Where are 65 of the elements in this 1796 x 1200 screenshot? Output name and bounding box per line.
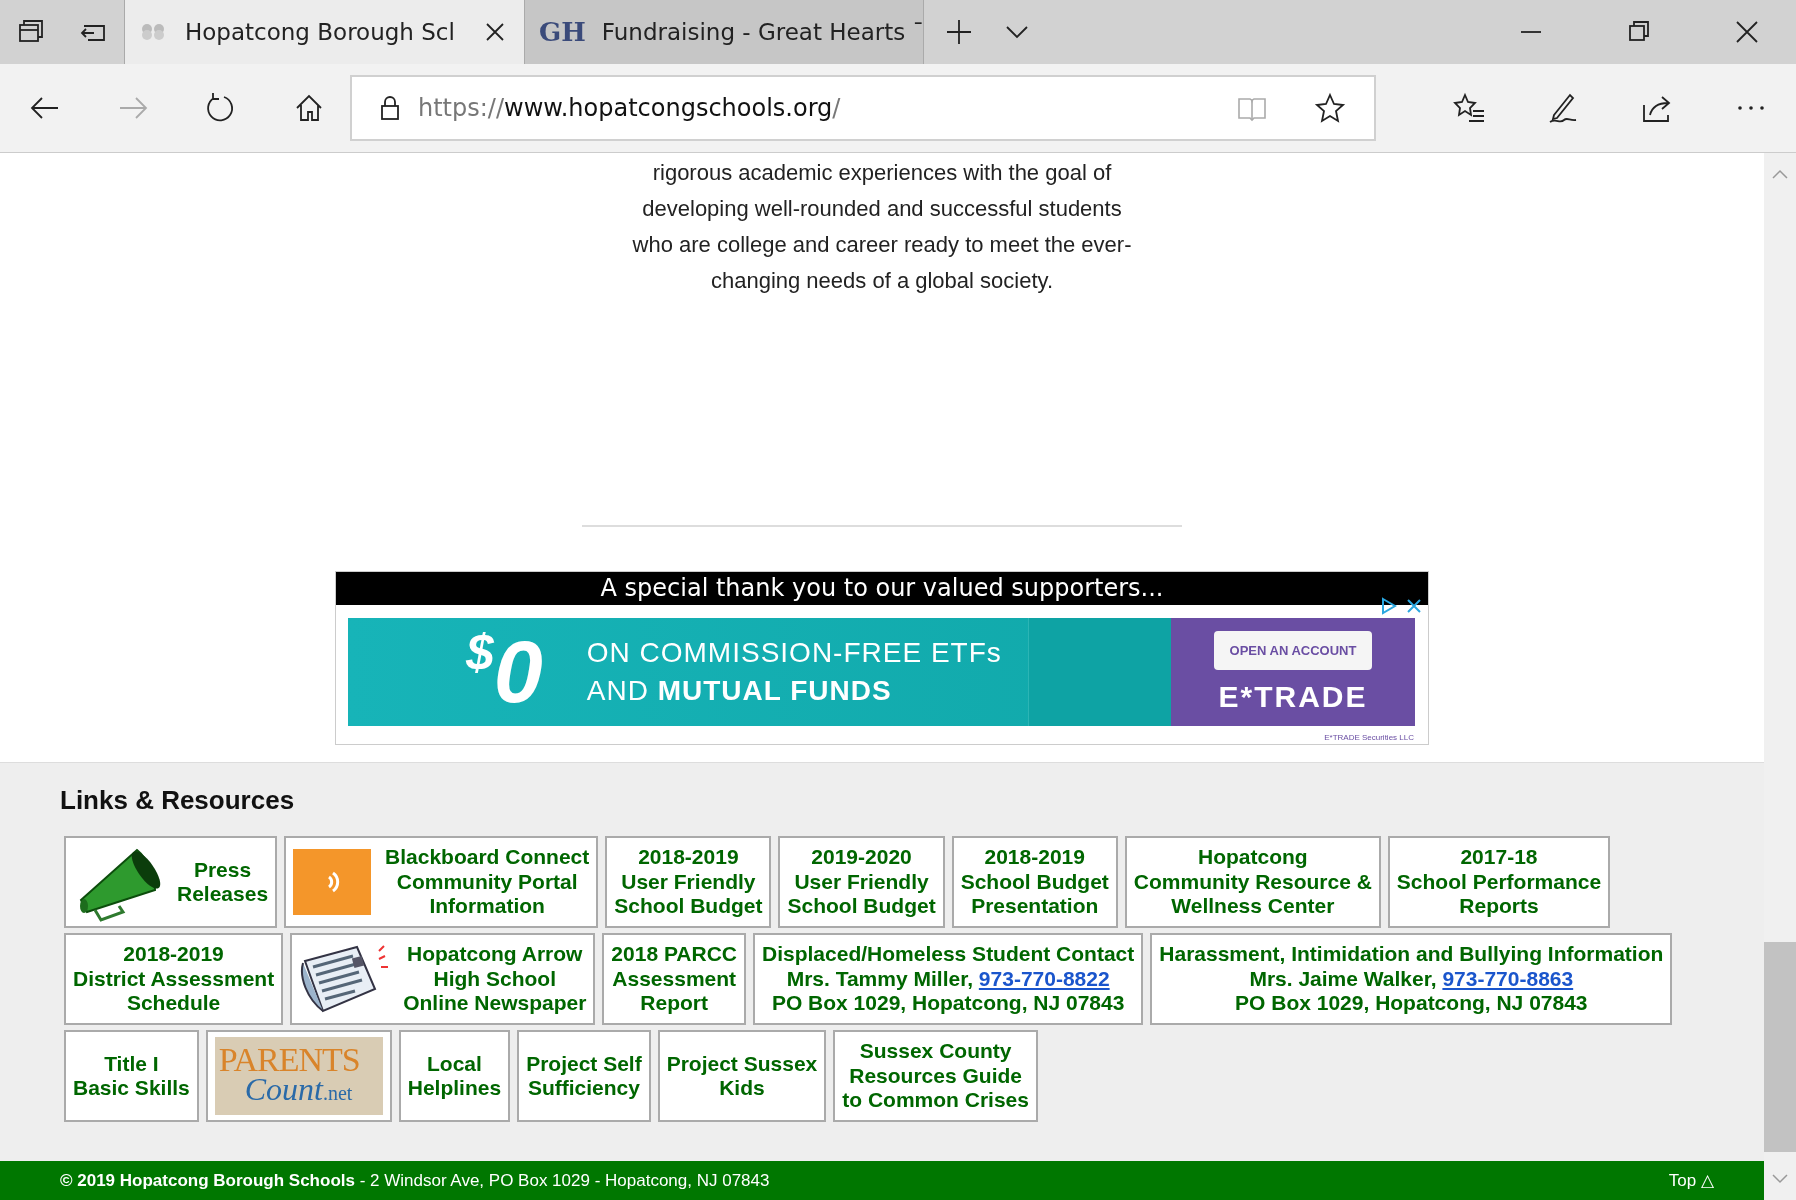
link-label: 2017-18 School Performance Reports: [1396, 845, 1602, 919]
link-label: Blackboard Connect Community Portal Information: [385, 845, 590, 919]
link-label: 2018 PARCC Assessment Report: [611, 942, 738, 1016]
link-label: Sussex County Resources Guide to Common Crises: [842, 1039, 1029, 1113]
address-bar[interactable]: https://www.hopatcongschools.org/: [350, 75, 1376, 141]
link-tile[interactable]: Local Helplines: [398, 1030, 511, 1122]
link-tile[interactable]: PARENTS Count.net: [205, 1030, 392, 1122]
link-label: Local Helplines: [407, 1051, 502, 1101]
link-label: 2018-2019 School Budget Presentation: [960, 845, 1109, 919]
link-tile[interactable]: 2018-2019 District Assessment Schedule: [64, 933, 284, 1025]
browser-tab[interactable]: GH Fundraising - Great Hearts ˉ: [524, 0, 924, 64]
close-icon[interactable]: [484, 21, 506, 43]
tab-title: Fundraising - Great Hearts ˉ: [601, 19, 925, 45]
link-tile[interactable]: 2018 PARCC Assessment Report: [602, 933, 747, 1025]
ad-choices-icon[interactable]: [1380, 596, 1424, 616]
link-label: Hopatcong Community Resource & Wellness Center: [1133, 845, 1372, 919]
favicon: GH: [539, 17, 586, 47]
tab-title: Hopatcong Borough Scl: [185, 19, 456, 45]
link-label: 2018-2019 District Assessment Schedule: [73, 942, 275, 1016]
link-tile[interactable]: Harassment, Intimidation and Bullying Information Mrs. Jaime Walker, 973-770-8863 PO Box 1029, Hopatcong, NJ 07843: [1150, 933, 1673, 1025]
link-label: 2018-2019 User Friendly School Budget: [614, 845, 763, 919]
section-heading: Links & Resources: [60, 785, 296, 816]
link-tile[interactable]: 2018-2019 User Friendly School Budget: [605, 836, 772, 928]
link-tile[interactable]: Hopatcong Arrow High School Online Newspaper: [290, 933, 596, 1025]
ad-banner[interactable]: $0 ON COMMISSION-FREE ETFs AND MUTUAL FUNDS OPEN AN ACCOUNT E*TRADE: [348, 618, 1415, 726]
star-icon[interactable]: [1314, 92, 1346, 124]
top-link[interactable]: Top △: [1668, 1170, 1714, 1191]
brand-logo: E*TRADE: [1218, 679, 1368, 714]
footer-text: © 2019 Hopatcong Borough Schools - 2 Windsor Ave, PO Box 1029 - Hopatcong, NJ 07843: [60, 1170, 771, 1191]
link-tile[interactable]: Sussex County Resources Guide to Common Crises: [833, 1030, 1038, 1122]
link-tile[interactable]: Project Sussex Kids: [657, 1030, 827, 1122]
phone-link[interactable]: 973-770-8863: [1442, 966, 1574, 990]
link-tile[interactable]: Hopatcong Community Resource & Wellness Center: [1124, 836, 1381, 928]
link-label: Harassment, Intimidation and Bullying Information Mrs. Jaime Walker, 973-770-8863 PO Box 1029, Hopatcong, NJ 07843: [1159, 942, 1664, 1016]
open-account-button[interactable]: OPEN AN ACCOUNT: [1213, 630, 1373, 670]
browser-tab[interactable]: Hopatcong Borough Scl: [124, 0, 524, 64]
mission-paragraph: rigorous academic experiences with the goal of developing well-rounded and successful students who are college and career ready to meet the ever- changing needs of a global society.: [632, 159, 1132, 295]
link-tile[interactable]: 2019-2020 User Friendly School Budget: [778, 836, 945, 928]
new-tab-icon[interactable]: [944, 17, 974, 47]
link-label: Project Self Sufficiency: [526, 1051, 642, 1101]
phone-link[interactable]: 973-770-8822: [978, 966, 1110, 990]
parents-count-logo: PARENTS Count.net: [214, 1037, 383, 1115]
ad-headline: ON COMMISSION-FREE ETFs AND MUTUAL FUNDS: [586, 636, 1002, 708]
url-text: https://www.hopatcongschools.org/: [418, 94, 841, 122]
link-label: Title I Basic Skills: [73, 1051, 190, 1101]
lock-icon: [378, 94, 402, 122]
favorites-icon[interactable]: [1452, 91, 1486, 125]
supporters-heading: A special thank you to our valued supporters...: [336, 572, 1428, 605]
link-tile[interactable]: Blackboard Connect Community Portal Information: [284, 836, 599, 928]
link-label: Project Sussex Kids: [666, 1051, 818, 1101]
link-label: Press Releases: [177, 857, 269, 907]
link-tile[interactable]: 2017-18 School Performance Reports: [1387, 836, 1611, 928]
ad-price: $0: [466, 628, 543, 716]
link-tile[interactable]: Title I Basic Skills: [64, 1030, 199, 1122]
ad-fineprint: E*TRADE Securities LLC: [1324, 733, 1414, 742]
speaker-icon: [293, 849, 372, 915]
link-tile[interactable]: Project Self Sufficiency: [517, 1030, 651, 1122]
link-tile[interactable]: Displaced/Homeless Student Contact Mrs. Tammy Miller, 973-770-8822 PO Box 1029, Hopatcong, NJ 07843: [753, 933, 1144, 1025]
link-tile[interactable]: 2018-2019 School Budget Presentation: [951, 836, 1118, 928]
link-label: Hopatcong Arrow High School Online Newspaper: [403, 942, 587, 1016]
link-label: 2019-2020 User Friendly School Budget: [787, 845, 936, 919]
link-label: Displaced/Homeless Student Contact Mrs. Tammy Miller, 973-770-8822 PO Box 1029, Hopatcong, NJ 07843: [762, 942, 1135, 1016]
scrollbar-thumb[interactable]: [1764, 942, 1796, 1152]
link-tile[interactable]: Press Releases: [64, 836, 278, 928]
scrollbar[interactable]: [1764, 153, 1796, 1200]
